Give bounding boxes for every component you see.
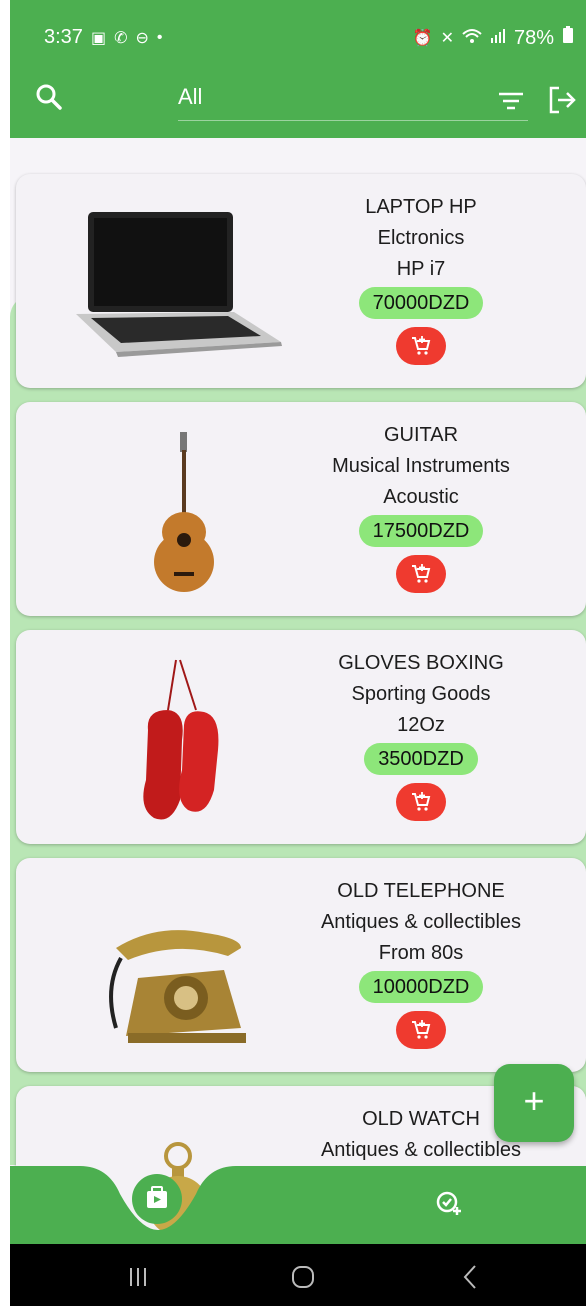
check-add-icon: [436, 1191, 461, 1215]
add-cart-icon: [412, 564, 431, 583]
product-card[interactable]: GUITAR Musical Instruments Acoustic 1750…: [16, 402, 586, 616]
category-title[interactable]: All: [178, 84, 202, 110]
alarm-icon: ⏰: [412, 30, 433, 47]
battery-percent: 78%: [513, 26, 554, 49]
product-info: GLOVES BOXING Sporting Goods 12Oz 3500DZ…: [296, 648, 546, 821]
app-screen: 3:37 ▣ ✆ ⊖ • ⏰ ✕ 78% All LAPTOP HP Elctr…: [10, 0, 586, 1306]
product-info: LAPTOP HP Elctronics HP i7 70000DZD: [296, 192, 546, 365]
mute-icon: ✕: [440, 30, 454, 47]
app-bar: 3:37 ▣ ✆ ⊖ • ⏰ ✕ 78% All: [10, 0, 586, 138]
gallery-icon: ▣: [90, 29, 107, 47]
call-icon: ✆: [114, 29, 128, 47]
add-to-cart-button[interactable]: [396, 327, 446, 365]
recent-apps-icon[interactable]: [128, 1266, 148, 1293]
product-card[interactable]: LAPTOP HP Elctronics HP i7 70000DZD: [16, 174, 586, 388]
add-product-button[interactable]: +: [494, 1064, 574, 1142]
product-category: Musical Instruments: [332, 455, 510, 477]
product-detail: 12Oz: [397, 714, 445, 736]
boxing-gloves-image: [56, 650, 306, 830]
bottom-navigation: [10, 1166, 586, 1244]
laptop-image: [56, 194, 306, 374]
bottom-nav-background: [10, 1166, 586, 1244]
nav-products-button[interactable]: [132, 1174, 182, 1224]
product-card[interactable]: GLOVES BOXING Sporting Goods 12Oz 3500DZ…: [16, 630, 586, 844]
add-to-cart-button[interactable]: [396, 555, 446, 593]
product-detail: Acoustic: [383, 486, 459, 508]
status-bar: 3:37 ▣ ✆ ⊖ • ⏰ ✕ 78%: [10, 22, 586, 58]
toolbar: All: [10, 78, 586, 122]
product-category: Antiques & collectibles: [320, 911, 522, 933]
home-icon[interactable]: [292, 1266, 314, 1288]
add-cart-icon: [412, 336, 431, 355]
category-underline: [178, 120, 528, 121]
logout-icon[interactable]: [546, 84, 578, 116]
product-info: GUITAR Musical Instruments Acoustic 1750…: [296, 420, 546, 593]
filter-icon[interactable]: [496, 86, 526, 116]
product-name: GUITAR: [383, 424, 459, 446]
add-cart-icon: [412, 792, 431, 811]
add-to-cart-button[interactable]: [396, 783, 446, 821]
product-name: OLD TELEPHONE: [337, 880, 505, 902]
product-price: 10000DZD: [358, 971, 484, 1003]
product-detail: HP i7: [396, 258, 446, 280]
product-price: 3500DZD: [364, 743, 478, 775]
wifi-icon: [462, 28, 482, 49]
product-name: LAPTOP HP: [365, 196, 477, 218]
product-card[interactable]: OLD TELEPHONE Antiques & collectibles Fr…: [16, 858, 586, 1072]
guitar-image: [56, 422, 306, 602]
back-icon[interactable]: [462, 1264, 478, 1295]
add-cart-icon: [412, 1020, 431, 1039]
status-time: 3:37: [44, 26, 83, 48]
add-to-cart-button[interactable]: [396, 1011, 446, 1049]
product-info: OLD TELEPHONE Antiques & collectibles Fr…: [296, 876, 546, 1049]
dnd-icon: ⊖: [135, 29, 149, 47]
battery-icon: [562, 26, 574, 50]
signal-icon: [490, 28, 506, 49]
product-detail: From 80s: [378, 942, 464, 964]
system-navigation-bar: [10, 1244, 586, 1306]
product-name: GLOVES BOXING: [338, 652, 504, 674]
product-price: 70000DZD: [358, 287, 484, 319]
product-category: Sporting Goods: [351, 683, 491, 705]
products-icon: [147, 1186, 167, 1208]
product-category: Elctronics: [377, 227, 465, 249]
product-price: 17500DZD: [358, 515, 484, 547]
dot-icon: •: [156, 28, 163, 46]
nav-check-add-button[interactable]: [434, 1188, 464, 1218]
old-telephone-image: [56, 878, 306, 1058]
search-icon[interactable]: [34, 82, 70, 118]
